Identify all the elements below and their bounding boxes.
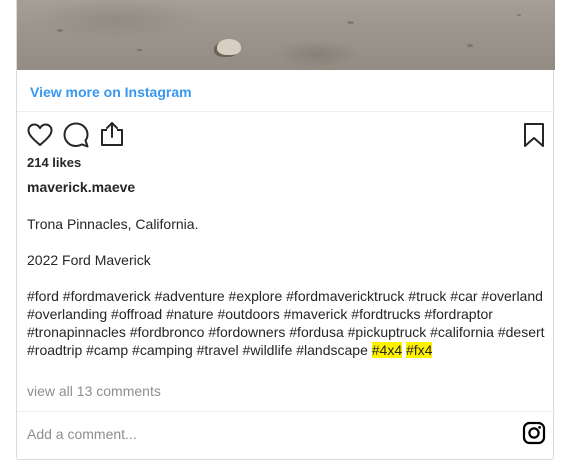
caption-line-location: Trona Pinnacles, California. bbox=[27, 216, 199, 232]
hashtag-list[interactable]: #ford #fordmaverick #adventure #explore … bbox=[27, 288, 545, 358]
caption-line-vehicle: 2022 Ford Maverick bbox=[27, 252, 151, 268]
view-all-comments-link[interactable]: view all 13 comments bbox=[27, 383, 161, 399]
like-count[interactable]: 214 likes bbox=[27, 155, 81, 170]
share-icon[interactable] bbox=[99, 121, 125, 147]
comment-icon[interactable] bbox=[63, 122, 89, 148]
highlighted-hashtag-4x4[interactable]: #4x4 bbox=[371, 342, 403, 358]
heart-icon[interactable] bbox=[27, 123, 53, 147]
divider bbox=[17, 411, 555, 412]
highlighted-hashtag-fx4[interactable]: #fx4 bbox=[406, 342, 433, 358]
instagram-embed-card: View more on Instagram 214 likes maveric… bbox=[16, 0, 555, 460]
add-comment-input[interactable] bbox=[27, 424, 497, 444]
post-photo[interactable] bbox=[17, 0, 555, 70]
post-username[interactable]: maverick.maeve bbox=[27, 179, 135, 195]
view-more-on-instagram-link[interactable]: View more on Instagram bbox=[30, 84, 192, 100]
divider bbox=[17, 111, 555, 112]
caption-hashtags: #ford #fordmaverick #adventure #explore … bbox=[27, 287, 547, 359]
instagram-logo-icon[interactable] bbox=[522, 421, 546, 445]
animal-in-photo bbox=[217, 39, 241, 55]
bookmark-icon[interactable] bbox=[523, 122, 545, 148]
